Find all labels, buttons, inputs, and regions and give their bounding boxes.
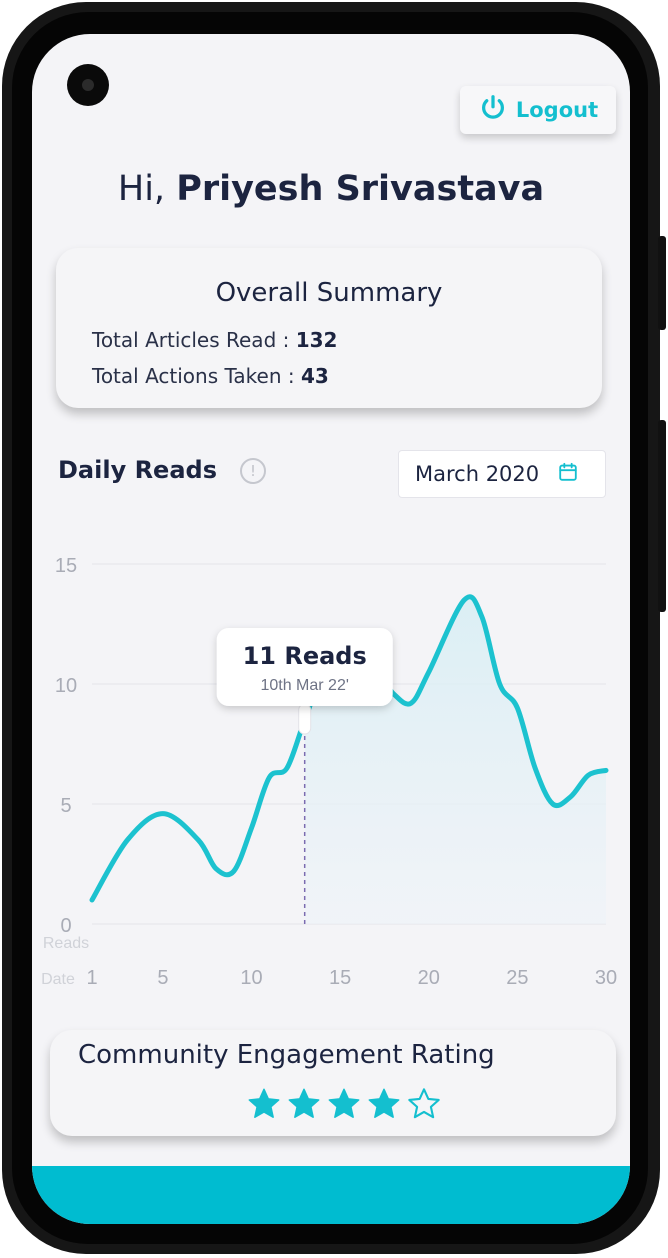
stat-actions-taken: Total Actions Taken : 43	[92, 364, 329, 388]
star-filled-icon[interactable]	[286, 1086, 322, 1126]
tooltip-title: 11 Reads	[243, 642, 367, 670]
y-tick-label: 15	[55, 555, 77, 577]
tooltip-subtitle: 10th Mar 22'	[260, 677, 348, 694]
stat-articles-read: Total Articles Read : 132	[92, 328, 337, 352]
info-icon[interactable]: !	[240, 458, 266, 484]
x-tick-label: 10	[240, 967, 262, 989]
x-tick-label: 1	[86, 967, 97, 989]
chart-y-ticks: 0 5 10 15	[55, 555, 77, 937]
power-icon	[478, 93, 508, 128]
daily-reads-title: Daily Reads	[58, 456, 217, 484]
x-tick-label: 30	[595, 967, 617, 989]
app-screen: Logout Hi, Priyesh Srivastava Overall Su…	[32, 34, 630, 1224]
y-tick-label: 0	[60, 915, 71, 937]
x-axis-label: Date	[41, 971, 75, 988]
star-filled-icon[interactable]	[326, 1086, 362, 1126]
tooltip-marker[interactable]	[298, 703, 312, 735]
chart-x-ticks: 1 5 10 15 20 25 30	[86, 967, 617, 989]
volume-button	[658, 236, 666, 330]
community-rating-card: Community Engagement Rating	[50, 1030, 616, 1136]
month-picker[interactable]: March 2020	[398, 450, 606, 498]
bottom-nav-bar	[32, 1166, 630, 1224]
star-filled-icon[interactable]	[246, 1086, 282, 1126]
x-tick-label: 25	[506, 967, 528, 989]
star-empty-icon[interactable]	[406, 1086, 442, 1126]
stat-label: Total Articles Read	[92, 328, 277, 352]
calendar-icon	[557, 461, 579, 488]
x-tick-label: 15	[329, 967, 351, 989]
chart-tooltip: 11 Reads 10th Mar 22'	[216, 628, 393, 706]
user-name: Priyesh Srivastava	[176, 169, 545, 209]
y-tick-label: 5	[60, 795, 71, 817]
camera-icon	[67, 64, 109, 106]
x-tick-label: 20	[418, 967, 440, 989]
y-tick-label: 10	[55, 675, 77, 697]
stat-value: 43	[300, 364, 329, 388]
overall-summary-card: Overall Summary Total Articles Read : 13…	[56, 248, 602, 408]
logout-button[interactable]: Logout	[460, 86, 616, 134]
month-picker-value: March 2020	[415, 462, 540, 486]
star-filled-icon[interactable]	[366, 1086, 402, 1126]
y-axis-label: Reads	[43, 935, 89, 952]
greeting-heading: Hi, Priyesh Srivastava	[32, 169, 630, 209]
logout-label: Logout	[515, 98, 599, 122]
greeting-prefix: Hi,	[117, 169, 177, 209]
daily-reads-chart: 051015 Reads Date 1 5 10 15 20 25 30 11 Reads …	[41, 555, 617, 989]
stat-separator: :	[276, 328, 296, 352]
power-button	[658, 420, 666, 612]
stat-separator: :	[281, 364, 301, 388]
star-rating[interactable]	[246, 1086, 442, 1126]
stat-label: Total Actions Taken	[92, 364, 282, 388]
summary-title: Overall Summary	[215, 278, 443, 308]
stat-value: 132	[295, 328, 338, 352]
rating-title: Community Engagement Rating	[78, 1040, 495, 1070]
x-tick-label: 5	[157, 967, 168, 989]
